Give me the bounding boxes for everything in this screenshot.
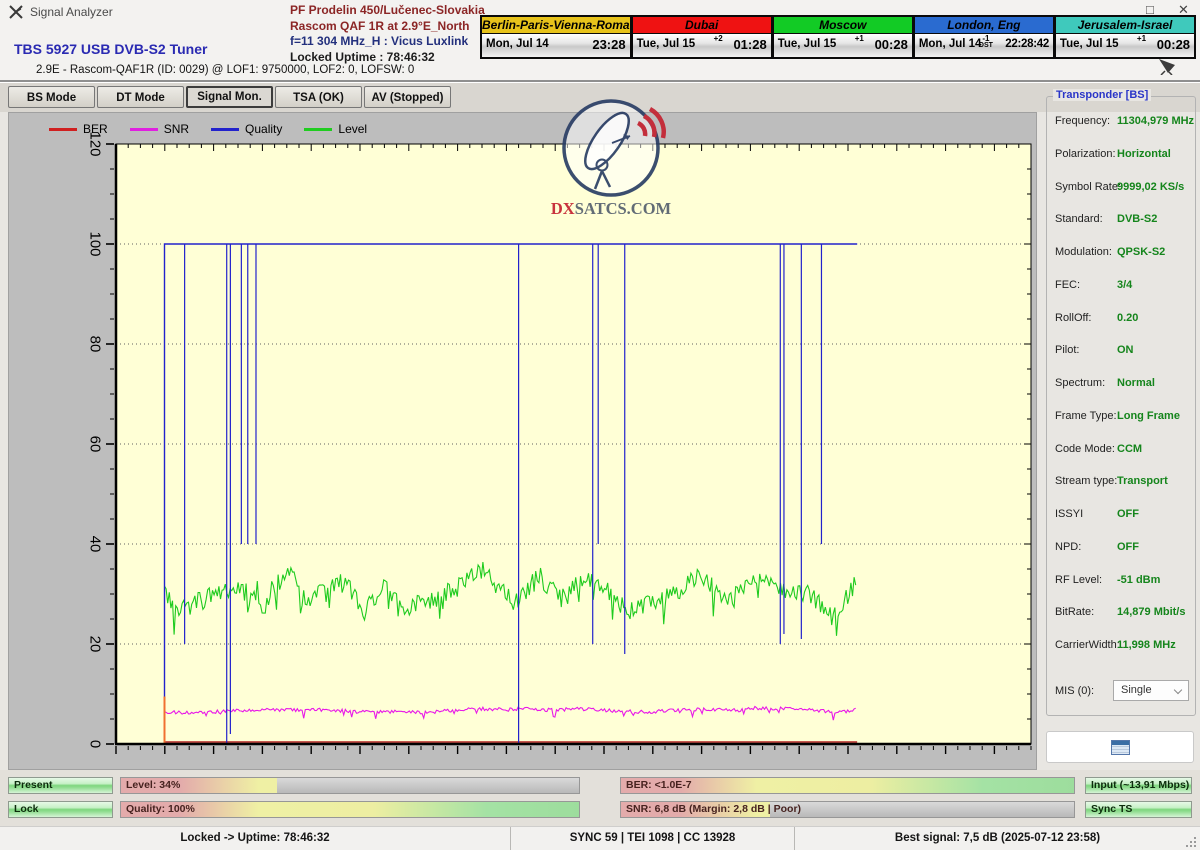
clock-date: Mon, Jul 14 — [919, 38, 982, 50]
site-info-block: PF Prodelin 450/Lučenec-SlovakiaRascom Q… — [290, 3, 490, 65]
led-sync-ts: Sync TS — [1085, 801, 1192, 818]
legend-line-swatch — [304, 128, 332, 131]
led-lock: Lock — [8, 801, 113, 818]
app-antenna-icon — [8, 4, 24, 25]
chevron-down-icon — [1174, 686, 1182, 694]
transponder-row-code-mode: Code Mode:CCM — [1055, 443, 1189, 457]
transponder-row-carrierwidth: CarrierWidth:11,998 MHz — [1055, 639, 1189, 653]
clock-body: Mon, Jul 14-1DST 22:28:42 — [915, 34, 1053, 57]
transponder-row-modulation: Modulation:QPSK-S2 — [1055, 246, 1189, 260]
clock-london-eng: London, Eng Mon, Jul 14-1DST 22:28:42 — [914, 15, 1055, 59]
led-input-13-91-mbps: Input (~13,91 Mbps) — [1085, 777, 1192, 794]
transponder-row-bitrate: BitRate:14,879 Mbit/s — [1055, 606, 1189, 620]
progress-label: SNR: 6,8 dB (Margin: 2,8 dB | Poor) — [626, 802, 801, 817]
header-info-line: PF Prodelin 450/Lučenec-Slovakia — [290, 3, 490, 19]
window-list-icon — [1111, 740, 1130, 755]
status-sync-counters: SYNC 59 | TEI 1098 | CC 13928 — [511, 827, 795, 850]
clock-utc-offset: +1 — [855, 35, 864, 42]
progress-ber: BER: <1.0E-7 — [620, 777, 1075, 794]
clock-dubai: Dubai Tue, Jul 15 +2 01:28 — [632, 15, 773, 59]
transponder-row-polarization: Polarization:Horizontal — [1055, 148, 1189, 162]
transponder-row-pilot: Pilot:ON — [1055, 344, 1189, 358]
legend-line-swatch — [130, 128, 158, 131]
tuner-subtitle: 2.9E - Rascom-QAF1R (ID: 0029) @ LOF1: 9… — [36, 64, 414, 76]
clock-city-header: Jerusalem-Israel — [1056, 17, 1194, 34]
legend-line-swatch — [49, 128, 77, 131]
transponder-row-frame-type: Frame Type:Long Frame — [1055, 410, 1189, 424]
legend-item-snr: SNR — [130, 122, 189, 136]
tab-signal-mon[interactable]: Signal Mon. — [186, 86, 273, 108]
window-title: Signal Analyzer — [30, 5, 113, 19]
progress-quality: Quality: 100% — [120, 801, 580, 818]
progress-level: Level: 34% — [120, 777, 580, 794]
clock-city-header: Dubai — [633, 17, 771, 34]
mis-label: MIS (0): — [1055, 685, 1094, 697]
clock-body: Tue, Jul 15 +1 00:28 — [1056, 34, 1194, 57]
transponder-row-fec: FEC:3/4 — [1055, 279, 1189, 293]
clock-utc-offset: +2 — [714, 35, 723, 42]
clock-date: Tue, Jul 15 — [637, 38, 696, 50]
progress-label: Quality: 100% — [126, 802, 195, 817]
header-info-line: Rascom QAF 1R at 2.9°E_North — [290, 19, 490, 35]
transponder-row-standard: Standard:DVB-S2 — [1055, 213, 1189, 227]
mis-selected-value: Single — [1121, 684, 1152, 696]
clock-city-header: Berlin-Paris-Vienna-Roma — [482, 17, 630, 34]
clock-berlin-paris-vienna-roma: Berlin-Paris-Vienna-Roma Mon, Jul 14 23:28 — [480, 15, 632, 59]
clock-body: Mon, Jul 14 23:28 — [482, 34, 630, 57]
progress-label: Level: 34% — [126, 778, 180, 793]
tab-tsa-ok[interactable]: TSA (OK) — [275, 86, 362, 108]
transponder-row-npd: NPD:OFF — [1055, 541, 1189, 555]
signal-monitor-chart: BERSNRQualityLevel 120100806040200 DXSAT… — [8, 112, 1037, 770]
transponder-groupbox: Transponder [BS] Frequency:11304,979 MHz… — [1046, 96, 1196, 716]
transponder-title: Transponder [BS] — [1053, 89, 1151, 101]
clock-city-header: Moscow — [774, 17, 912, 34]
clock-time: 01:28 — [733, 37, 766, 52]
clock-jerusalem-israel: Jerusalem-Israel Tue, Jul 15 +1 00:28 — [1055, 15, 1196, 59]
progress-snr: SNR: 6,8 dB (Margin: 2,8 dB | Poor) — [620, 801, 1075, 818]
mis-select[interactable]: Single — [1113, 680, 1189, 701]
clock-date: Mon, Jul 14 — [486, 38, 549, 50]
status-lock-uptime: Locked -> Uptime: 78:46:32 — [0, 827, 511, 850]
header-info-line: Locked Uptime : 78:46:32 — [290, 50, 490, 66]
tuner-title: TBS 5927 USB DVB-S2 Tuner — [14, 41, 207, 57]
chart-plot — [9, 113, 1036, 769]
clock-utc-offset: +1 — [1137, 35, 1146, 42]
legend-item-level: Level — [304, 122, 367, 136]
header-info-line: f=11 304 MHz_H : Vicus Luxlink — [290, 34, 490, 50]
satellite-dish-icon — [1156, 57, 1180, 80]
legend-line-swatch — [211, 128, 239, 131]
transponder-row-frequency: Frequency:11304,979 MHz — [1055, 115, 1189, 129]
clock-time: 00:28 — [875, 37, 908, 52]
progress-label: BER: <1.0E-7 — [626, 778, 692, 793]
clock-moscow: Moscow Tue, Jul 15 +1 00:28 — [773, 15, 914, 59]
transponder-row-stream-type: Stream type:Transport — [1055, 475, 1189, 489]
signal-analyzer-window: Signal Analyzer □ ✕ TBS 5927 USB DVB-S2 … — [0, 0, 1200, 850]
clock-time: 00:28 — [1157, 37, 1190, 52]
open-window-button[interactable] — [1046, 731, 1194, 763]
transponder-row-issyi: ISSYIOFF — [1055, 508, 1189, 522]
status-bar: Locked -> Uptime: 78:46:32 SYNC 59 | TEI… — [0, 826, 1200, 850]
clock-time: 23:28 — [592, 37, 625, 52]
clock-date: Tue, Jul 15 — [1060, 38, 1119, 50]
led-present: Present — [8, 777, 113, 794]
clock-time: 22:28:42 — [1005, 38, 1049, 50]
legend-item-quality: Quality — [211, 122, 282, 136]
transponder-row-spectrum: Spectrum:Normal — [1055, 377, 1189, 391]
world-clocks: Berlin-Paris-Vienna-Roma Mon, Jul 14 23:28… — [480, 15, 1196, 59]
clock-date: Tue, Jul 15 — [778, 38, 837, 50]
clock-city-header: London, Eng — [915, 17, 1053, 34]
tab-dt-mode[interactable]: DT Mode — [97, 86, 184, 108]
clock-body: Tue, Jul 15 +2 01:28 — [633, 34, 771, 57]
tab-bs-mode[interactable]: BS Mode — [8, 86, 95, 108]
clock-body: Tue, Jul 15 +1 00:28 — [774, 34, 912, 57]
resize-grip[interactable] — [1194, 845, 1196, 847]
clock-utc-offset: -1DST — [979, 35, 993, 49]
tab-av-stopped[interactable]: AV (Stopped) — [364, 86, 451, 108]
transponder-row-rf-level: RF Level:-51 dBm — [1055, 574, 1189, 588]
transponder-row-rolloff: RollOff:0.20 — [1055, 312, 1189, 326]
transponder-row-symbol-rate: Symbol Rate:9999,02 KS/s — [1055, 181, 1189, 195]
status-best-signal: Best signal: 7,5 dB (2025-07-12 23:58) — [795, 827, 1200, 850]
